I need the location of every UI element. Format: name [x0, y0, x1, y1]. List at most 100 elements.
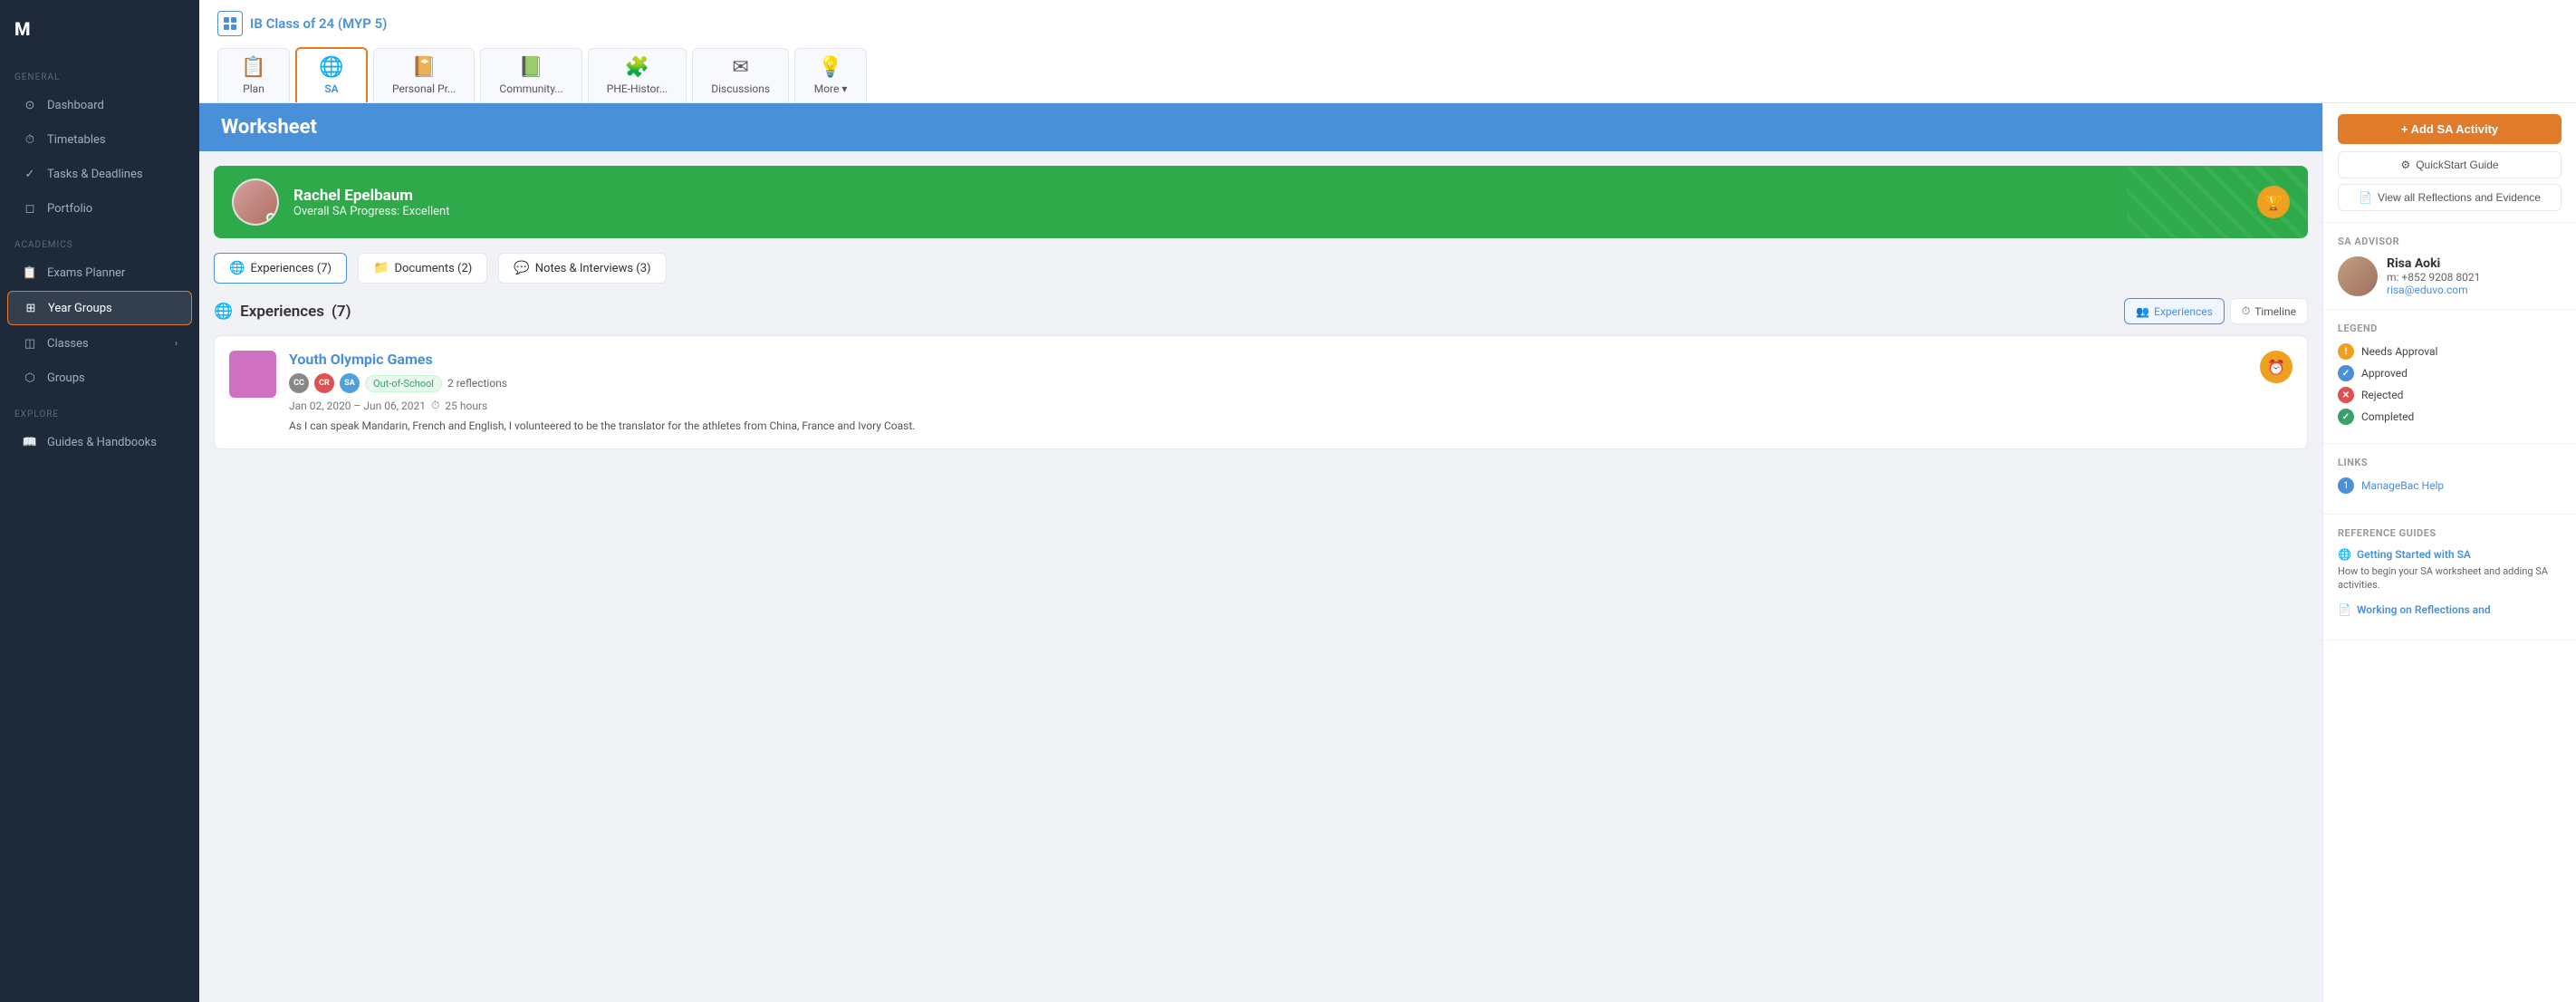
- tasks-icon: ✓: [22, 166, 38, 182]
- worksheet-header: Worksheet: [199, 103, 2322, 151]
- class-title: IB Class of 24 (MYP 5): [250, 15, 387, 32]
- sidebar-item-label: Guides & Handbooks: [47, 436, 157, 449]
- getting-started-desc: How to begin your SA worksheet and addin…: [2338, 564, 2562, 593]
- student-avatar: [232, 178, 279, 226]
- view-btn-timeline[interactable]: ⏱ Timeline: [2230, 298, 2308, 324]
- tab-personal-label: Personal Pr...: [392, 82, 456, 95]
- online-status-dot: [266, 213, 275, 222]
- classes-arrow-icon: ›: [175, 339, 178, 349]
- sidebar-item-timetables[interactable]: ⏱ Timetables: [7, 123, 192, 156]
- reflections-count: 2 reflections: [447, 377, 507, 390]
- activity-card-header: Youth Olympic Games CC CR SA Out-of-Scho…: [229, 351, 2292, 434]
- sidebar-item-tasks-deadlines[interactable]: ✓ Tasks & Deadlines: [7, 158, 192, 190]
- section-title: 🌐 Experiences (7): [214, 303, 351, 321]
- activity-tags: CC CR SA Out-of-School 2 reflections: [289, 373, 2247, 393]
- completed-label: Completed: [2361, 410, 2414, 423]
- tag-cc: CC: [289, 373, 309, 393]
- filter-tabs: 🌐 Experiences (7) 📁 Documents (2) 💬 Note…: [214, 253, 2308, 284]
- sidebar-item-label: Portfolio: [47, 202, 92, 216]
- advisor-name: Risa Aoki: [2387, 256, 2480, 271]
- right-sidebar-top: + Add SA Activity ⚙ QuickStart Guide 📄 V…: [2323, 103, 2576, 223]
- sa-tab-icon: 🌐: [319, 56, 343, 79]
- view-reflections-button[interactable]: 📄 View all Reflections and Evidence: [2338, 184, 2562, 211]
- needs-approval-label: Needs Approval: [2361, 345, 2437, 358]
- view-reflections-label: View all Reflections and Evidence: [2378, 191, 2541, 204]
- legend-completed: ✓ Completed: [2338, 409, 2562, 425]
- sidebar-item-classes[interactable]: ◫ Classes ›: [7, 327, 192, 360]
- rejected-label: Rejected: [2361, 389, 2403, 401]
- activity-date: Jan 02, 2020 – Jun 06, 2021 ⏱ 25 hours: [289, 399, 2247, 412]
- advisor-email[interactable]: risa@eduvo.com: [2387, 284, 2480, 296]
- legend-section: Legend ! Needs Approval ✓ Approved ✕ Rej…: [2323, 310, 2576, 444]
- tab-discussions[interactable]: ✉ Discussions: [692, 48, 789, 102]
- clock-icon: ⏱: [431, 399, 439, 412]
- tabs-row: 📋 Plan 🌐 SA 📔 Personal Pr... 📗 Community…: [217, 47, 2558, 102]
- content-area: Worksheet Rachel Epelbaum Overall SA Pro…: [199, 103, 2576, 1002]
- links-section: Links 1 ManageBac Help: [2323, 444, 2576, 515]
- getting-started-icon: 🌐: [2338, 548, 2351, 561]
- notes-filter-label: Notes & Interviews (3): [535, 262, 651, 275]
- sidebar-item-exams-planner[interactable]: 📋 Exams Planner: [7, 256, 192, 289]
- working-reflections-link[interactable]: 📄 Working on Reflections and: [2338, 603, 2562, 616]
- guide-working-on-reflections: 📄 Working on Reflections and: [2338, 603, 2562, 616]
- more-tab-icon: 💡: [818, 56, 842, 79]
- activity-clock-badge: ⏰: [2260, 351, 2292, 383]
- sidebar-item-year-groups[interactable]: ⊞ Year Groups: [7, 291, 192, 325]
- managebac-help-link[interactable]: 1 ManageBac Help: [2338, 477, 2562, 494]
- guides-icon: 📖: [22, 434, 38, 450]
- needs-approval-icon: !: [2338, 343, 2354, 360]
- documents-filter-label: Documents (2): [394, 262, 472, 275]
- top-tabs-area: IB Class of 24 (MYP 5) 📋 Plan 🌐 SA 📔 Per…: [199, 0, 2576, 103]
- main-content: Worksheet Rachel Epelbaum Overall SA Pro…: [199, 103, 2322, 1002]
- completed-icon: ✓: [2338, 409, 2354, 425]
- guide-getting-started: 🌐 Getting Started with SA How to begin y…: [2338, 548, 2562, 593]
- quickstart-icon: ⚙: [2400, 159, 2410, 171]
- tab-plan-label: Plan: [243, 82, 264, 95]
- filter-tab-documents[interactable]: 📁 Documents (2): [358, 253, 487, 284]
- class-header: IB Class of 24 (MYP 5): [217, 11, 2558, 36]
- add-sa-button[interactable]: + Add SA Activity: [2338, 114, 2562, 144]
- documents-filter-icon: 📁: [373, 261, 389, 275]
- sidebar-item-label: Groups: [47, 371, 85, 385]
- getting-started-link[interactable]: 🌐 Getting Started with SA: [2338, 548, 2562, 561]
- activity-hours: 25 hours: [445, 400, 487, 412]
- view-timeline-label: Timeline: [2254, 305, 2296, 318]
- activity-title[interactable]: Youth Olympic Games: [289, 351, 2247, 368]
- student-name: Rachel Epelbaum: [293, 187, 449, 205]
- legend-needs-approval: ! Needs Approval: [2338, 343, 2562, 360]
- tab-community-label: Community...: [499, 82, 562, 95]
- experiences-title: Experiences: [240, 303, 324, 321]
- sidebar-item-groups[interactable]: ⬡ Groups: [7, 361, 192, 394]
- tab-more-label: More ▾: [814, 82, 848, 95]
- activity-card: Youth Olympic Games CC CR SA Out-of-Scho…: [214, 335, 2308, 449]
- sidebar-item-dashboard[interactable]: ⊙ Dashboard: [7, 89, 192, 121]
- filter-tab-notes[interactable]: 💬 Notes & Interviews (3): [498, 253, 666, 284]
- tab-plan[interactable]: 📋 Plan: [217, 48, 290, 102]
- tab-community[interactable]: 📗 Community...: [480, 48, 582, 102]
- experiences-filter-label: Experiences (7): [250, 262, 332, 275]
- tab-sa[interactable]: 🌐 SA: [295, 47, 368, 102]
- student-progress: Overall SA Progress: Excellent: [293, 205, 449, 218]
- quickstart-button[interactable]: ⚙ QuickStart Guide: [2338, 151, 2562, 178]
- discussions-tab-icon: ✉: [732, 56, 748, 79]
- tab-more[interactable]: 💡 More ▾: [794, 48, 867, 102]
- tab-personal-pr[interactable]: 📔 Personal Pr...: [373, 48, 475, 102]
- student-info: Rachel Epelbaum Overall SA Progress: Exc…: [293, 187, 449, 218]
- dashboard-icon: ⊙: [22, 97, 38, 113]
- year-groups-icon: ⊞: [23, 300, 39, 316]
- working-reflections-icon: 📄: [2338, 603, 2351, 616]
- tab-phe-histor[interactable]: 🧩 PHE-Histor...: [588, 48, 687, 102]
- reference-guides-title: Reference Guides: [2338, 527, 2562, 539]
- sidebar-item-label: Classes: [47, 337, 89, 351]
- sidebar-academics-label: Academics: [0, 226, 199, 255]
- tab-sa-label: SA: [324, 82, 338, 95]
- worksheet-title: Worksheet: [221, 116, 317, 139]
- view-btn-experiences[interactable]: 👥 Experiences: [2124, 298, 2225, 324]
- link-num-icon: 1: [2338, 477, 2354, 494]
- working-reflections-label: Working on Reflections and: [2357, 603, 2491, 616]
- sidebar-item-guides-handbooks[interactable]: 📖 Guides & Handbooks: [7, 426, 192, 458]
- sidebar-item-portfolio[interactable]: ◻ Portfolio: [7, 192, 192, 225]
- filter-tab-experiences[interactable]: 🌐 Experiences (7): [214, 253, 347, 284]
- reflections-icon: 📄: [2359, 191, 2372, 204]
- trophy-badge-icon: 🏆: [2257, 186, 2290, 218]
